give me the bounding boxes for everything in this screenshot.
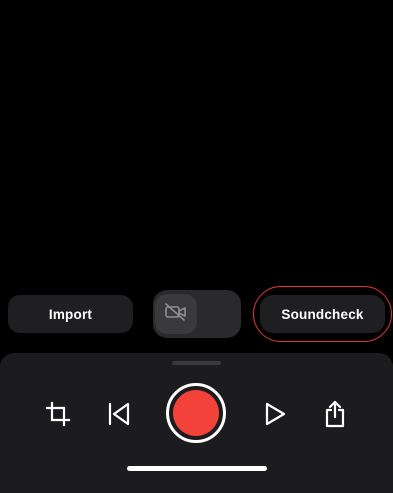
playback-controls [0,383,393,445]
toggle-knob[interactable] [155,294,197,334]
sheet-grabber[interactable] [172,361,221,365]
bottom-sheet [0,353,393,493]
skip-back-button[interactable] [105,383,133,445]
import-label: Import [48,306,93,322]
play-button[interactable] [261,383,289,445]
skip-back-icon [106,401,132,427]
soundcheck-button[interactable]: Soundcheck [260,295,385,333]
play-icon [262,401,288,427]
camera-preview [0,0,393,285]
action-row: Import Soundcheck [0,286,393,342]
share-icon [322,400,348,428]
crop-icon [45,401,71,427]
share-button[interactable] [321,383,349,445]
home-indicator [127,466,267,471]
record-icon [173,390,219,436]
soundcheck-label: Soundcheck [281,306,364,322]
camera-toggle[interactable] [153,290,241,338]
import-button[interactable]: Import [8,295,133,333]
video-off-icon [164,302,188,326]
record-button[interactable] [166,383,226,443]
crop-button[interactable] [44,383,72,445]
